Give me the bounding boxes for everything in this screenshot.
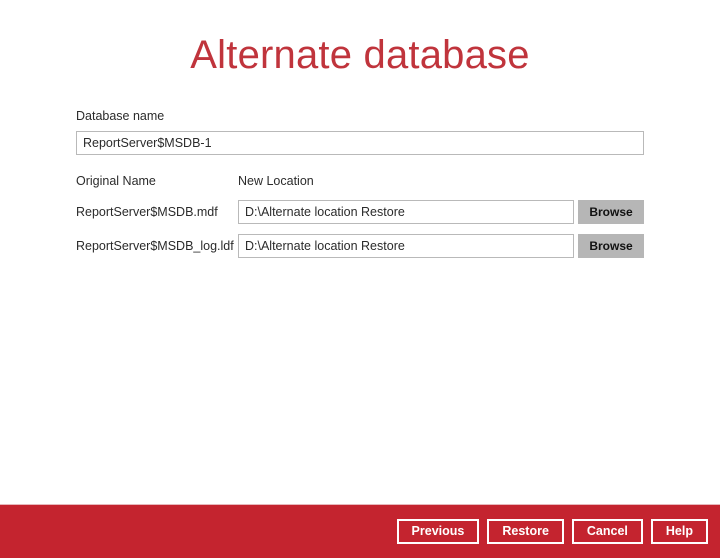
browse-button[interactable]: Browse — [578, 200, 644, 224]
new-location-input[interactable] — [238, 234, 574, 258]
column-header-original-name: Original Name — [76, 175, 238, 198]
table-cell-original-name: ReportServer$MSDB_log.ldf — [76, 231, 238, 265]
cancel-button[interactable]: Cancel — [572, 519, 643, 544]
database-name-label: Database name — [76, 110, 644, 123]
database-name-input[interactable] — [76, 131, 644, 155]
form-content: Database name Original Name New Location… — [0, 110, 720, 504]
title-area: Alternate database — [0, 0, 720, 110]
table-header-row: Original Name New Location — [76, 175, 644, 198]
new-location-input[interactable] — [238, 200, 574, 224]
restore-button[interactable]: Restore — [487, 519, 564, 544]
column-header-new-location: New Location — [238, 175, 574, 198]
wizard-page: Alternate database Database name Origina… — [0, 0, 720, 558]
table-row: ReportServer$MSDB.mdf Browse — [76, 197, 644, 231]
column-header-actions — [574, 175, 644, 198]
file-relocation-table: Original Name New Location ReportServer$… — [76, 175, 644, 266]
table-cell-browse: Browse — [574, 197, 644, 231]
table-row: ReportServer$MSDB_log.ldf Browse — [76, 231, 644, 265]
table-cell-browse: Browse — [574, 231, 644, 265]
original-file-name: ReportServer$MSDB.mdf — [76, 205, 218, 219]
page-title: Alternate database — [190, 35, 529, 75]
footer-bar: Previous Restore Cancel Help — [0, 504, 720, 558]
table-cell-new-location — [238, 231, 574, 265]
original-file-name: ReportServer$MSDB_log.ldf — [76, 239, 234, 253]
help-button[interactable]: Help — [651, 519, 708, 544]
table-cell-original-name: ReportServer$MSDB.mdf — [76, 197, 238, 231]
previous-button[interactable]: Previous — [397, 519, 480, 544]
browse-button[interactable]: Browse — [578, 234, 644, 258]
table-cell-new-location — [238, 197, 574, 231]
